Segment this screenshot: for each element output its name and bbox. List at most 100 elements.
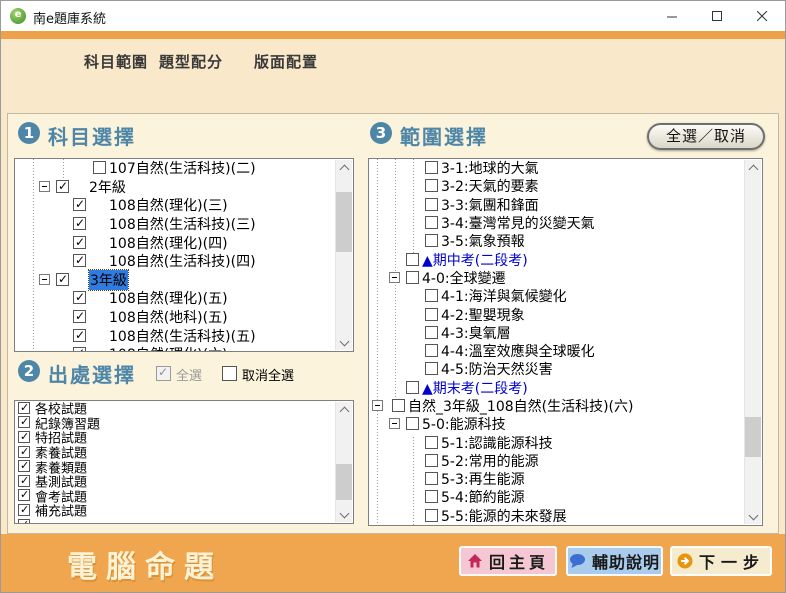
subject-tree-scrollbar[interactable] [335,160,352,350]
tree-item-label[interactable]: 4-3:臭氧層 [441,323,511,343]
scroll-up-icon[interactable] [336,402,352,418]
tree-checkbox[interactable] [425,362,438,375]
tree-item-label[interactable]: 108自然(生活科技)(四) [109,251,256,271]
tree-item-label[interactable]: 108自然(理化)(六) [109,344,228,351]
tree-item-label[interactable]: 3-5:氣象預報 [441,231,525,251]
tree-row[interactable]: 108自然(理化)(三) [15,196,336,215]
tree-checkbox[interactable] [93,161,106,174]
tree-checkbox[interactable] [425,179,438,192]
tree-checkbox[interactable] [425,198,438,211]
scroll-down-icon[interactable] [336,506,352,522]
tree-checkbox[interactable] [425,454,438,467]
tree-checkbox[interactable] [425,490,438,503]
tree-item-label[interactable]: 5-1:認識能源科技 [441,433,553,453]
tree-checkbox[interactable] [425,234,438,247]
select-all-checkbox[interactable] [156,366,171,381]
tree-item-label[interactable]: 3-4:臺灣常見的災變天氣 [441,213,595,233]
tree-item-label[interactable]: 3-1:地球的大氣 [441,159,539,178]
tree-item-label[interactable]: 2年級 [89,177,126,197]
tree-row[interactable]: 4-2:聖嬰現象 [369,305,745,323]
tree-item-label[interactable]: 108自然(生活科技)(五) [109,326,256,346]
tree-row[interactable]: 107自然(生活科技)(二) [15,159,336,178]
tree-item-label[interactable]: 108自然(地科)(五) [109,307,228,327]
minimize-button[interactable] [650,1,695,31]
source-checkbox[interactable] [18,446,30,458]
tree-item-label[interactable]: ▲期末考(二段考) [422,378,528,398]
tree-checkbox[interactable] [73,347,86,351]
tree-checkbox[interactable] [56,273,69,286]
tree-item-label[interactable]: 5-4:節約能源 [441,487,525,507]
tree-row[interactable]: 108自然(理化)(四) [15,233,336,252]
tree-row[interactable]: 自然_3年級_108自然(生活科技)(六) [369,397,745,415]
help-button[interactable]: 輔助說明 [566,546,663,576]
tree-checkbox[interactable] [56,180,69,193]
tree-row[interactable]: 2年級 [15,178,336,197]
tree-checkbox[interactable] [425,344,438,357]
tree-item-label[interactable]: 4-1:海洋與氣候變化 [441,286,567,306]
tree-checkbox[interactable] [73,198,86,211]
scrollbar-thumb[interactable] [336,192,352,252]
close-button[interactable] [740,1,785,31]
tree-checkbox[interactable] [425,326,438,339]
tree-row[interactable]: 5-0:能源科技 [369,415,745,433]
tree-checkbox[interactable] [406,417,419,430]
tree-item-label[interactable]: 4-0:全球變遷 [422,268,506,288]
next-step-button[interactable]: 下一步 [670,546,772,576]
tree-checkbox[interactable] [406,381,419,394]
source-checkbox[interactable] [18,402,30,414]
scrollbar-thumb[interactable] [336,464,352,500]
tree-checkbox[interactable] [406,253,419,266]
maximize-button[interactable] [695,1,740,31]
tree-row[interactable]: 3-2:天氣的要素 [369,177,745,195]
tree-row[interactable]: 108自然(生活科技)(三) [15,215,336,234]
home-button[interactable]: 回主頁 [459,546,557,576]
tree-row[interactable]: 3年級 [15,271,336,290]
tree-item-label[interactable]: 4-2:聖嬰現象 [441,305,525,325]
tree-item-label[interactable]: 4-4:溫室效應與全球暖化 [441,341,595,361]
tree-row[interactable]: 4-1:海洋與氣候變化 [369,287,745,305]
select-all-toggle-button[interactable]: 全選／取消 [647,123,765,150]
tree-row[interactable]: 108自然(理化)(五) [15,289,336,308]
tree-item-label[interactable]: 3年級 [89,270,128,290]
tree-item-label[interactable]: 自然_3年級_108自然(生活科技)(六) [408,396,633,416]
source-checkbox[interactable] [18,489,30,501]
source-checkbox[interactable] [18,475,30,487]
tree-item-label[interactable]: 3-2:天氣的要素 [441,176,539,196]
tree-row[interactable]: 4-3:臭氧層 [369,324,745,342]
tree-item-label[interactable]: 5-3:再生能源 [441,469,525,489]
tree-row[interactable]: 108自然(生活科技)(四) [15,252,336,271]
tree-row[interactable]: 108自然(理化)(六) [15,345,336,351]
deselect-all-checkbox[interactable] [222,366,237,381]
tree-item-label[interactable]: 108自然(理化)(三) [109,195,228,215]
tree-checkbox[interactable] [425,472,438,485]
collapse-expander-icon[interactable] [389,272,400,283]
tree-checkbox[interactable] [425,161,438,174]
collapse-expander-icon[interactable] [389,418,400,429]
tree-checkbox[interactable] [425,436,438,449]
tree-row[interactable]: 3-1:地球的大氣 [369,159,745,177]
tree-row[interactable]: 3-5:氣象預報 [369,232,745,250]
tree-checkbox[interactable] [73,291,86,304]
tree-item-label[interactable]: 5-2:常用的能源 [441,451,539,471]
source-list-scrollbar[interactable] [335,402,352,522]
tree-row[interactable]: 4-4:溫室效應與全球暖化 [369,342,745,360]
source-checkbox[interactable] [18,460,30,472]
tree-row[interactable]: 4-0:全球變遷 [369,269,745,287]
tree-checkbox[interactable] [73,254,86,267]
source-checkbox[interactable] [18,416,30,428]
tree-item-label[interactable]: 107自然(生活科技)(二) [109,159,256,178]
tree-item-label[interactable]: 5-0:能源科技 [422,414,506,434]
tree-row[interactable]: ▲期中考(二段考) [369,250,745,268]
tree-checkbox[interactable] [406,271,419,284]
tree-row[interactable]: 5-3:再生能源 [369,470,745,488]
tree-checkbox[interactable] [73,217,86,230]
tree-row[interactable]: 4-5:防治天然災害 [369,360,745,378]
tree-row[interactable]: 3-3:氣團和鋒面 [369,196,745,214]
tree-item-label[interactable]: 108自然(生活科技)(三) [109,214,256,234]
tree-item-label[interactable]: 108自然(理化)(五) [109,288,228,308]
scroll-up-icon[interactable] [745,160,761,176]
collapse-expander-icon[interactable] [39,274,50,285]
collapse-expander-icon[interactable] [372,400,383,411]
tree-row[interactable]: 3-4:臺灣常見的災變天氣 [369,214,745,232]
range-tree-scrollbar[interactable] [744,160,761,524]
